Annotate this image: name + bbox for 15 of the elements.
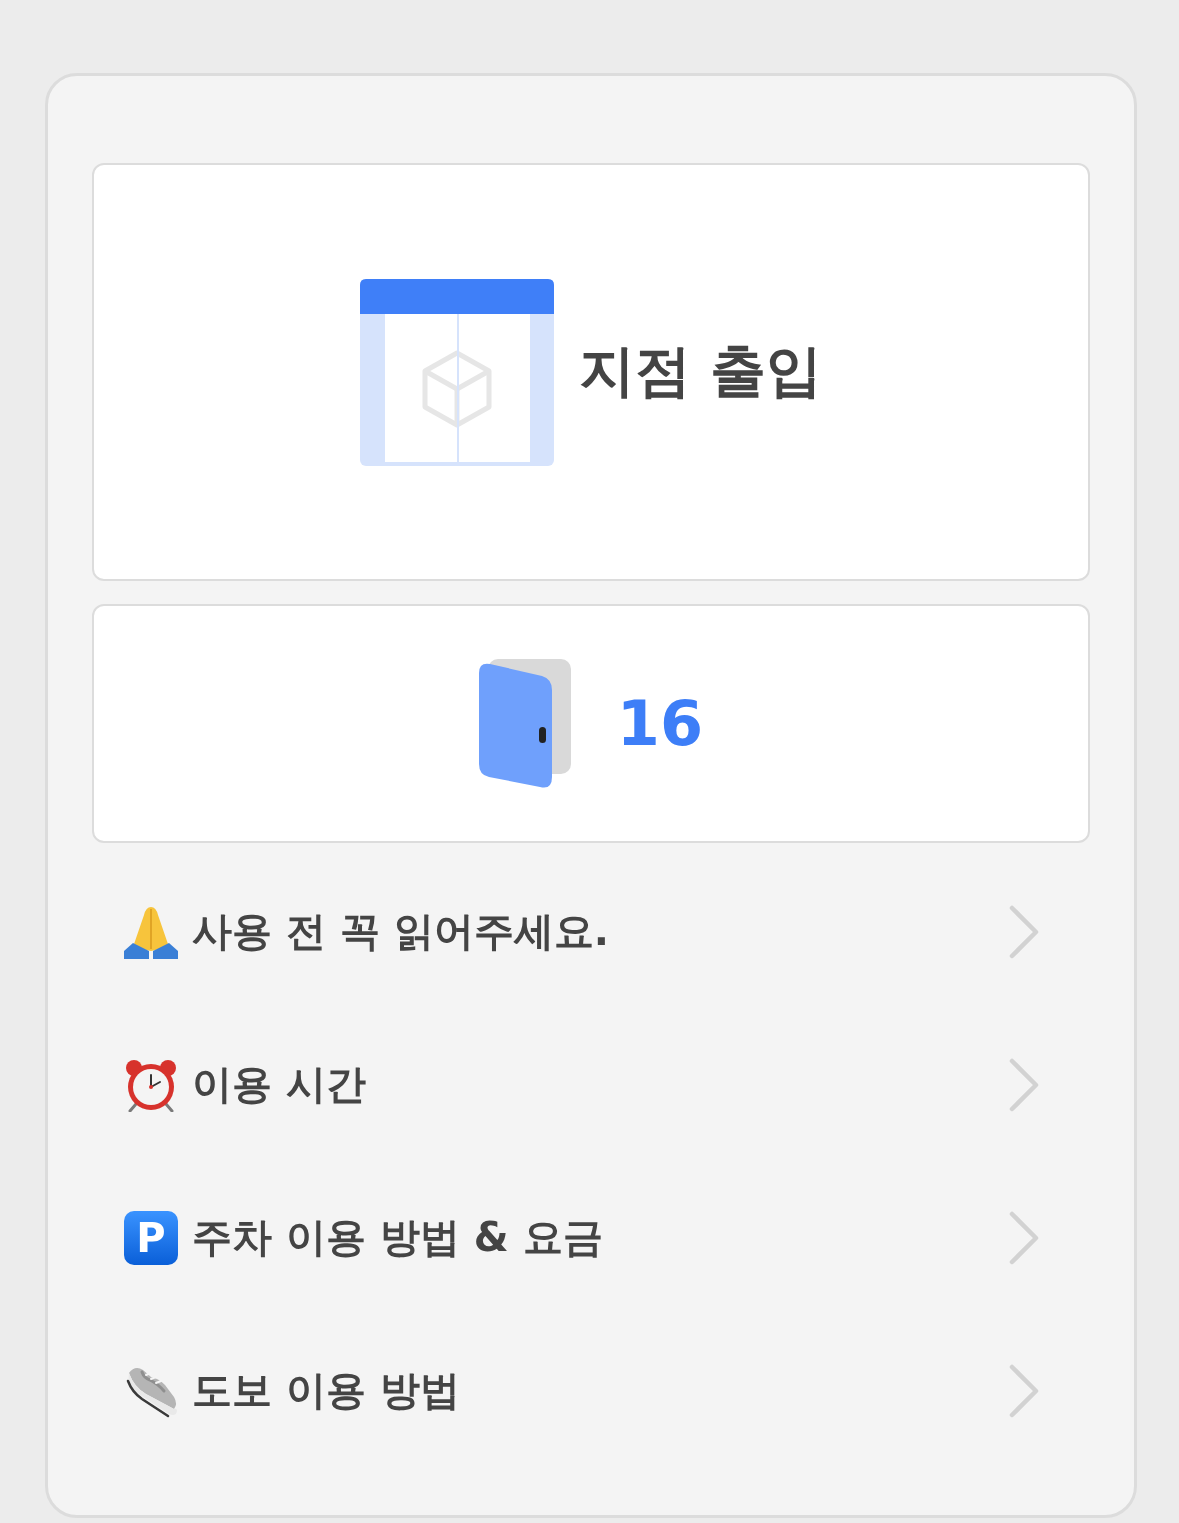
door-icon xyxy=(478,658,571,789)
alarm-clock-icon xyxy=(124,1057,178,1112)
chevron-right-icon xyxy=(1009,1057,1039,1112)
menu-item[interactable]: 사용 전 꼭 읽어주세요. xyxy=(92,855,1090,1008)
gate-icon xyxy=(359,278,554,466)
menu-item[interactable]: P 주차 이용 방법 & 요금 xyxy=(92,1161,1090,1314)
chevron-right-icon xyxy=(1009,1210,1039,1265)
branch-entry-button[interactable]: 지점 출입 xyxy=(92,163,1090,581)
door-button[interactable]: 16 xyxy=(92,604,1090,843)
menu-item[interactable]: 도보 이용 방법 xyxy=(92,1314,1090,1467)
chevron-right-icon xyxy=(1009,904,1039,959)
praying-hands-icon xyxy=(124,904,178,959)
chevron-right-icon xyxy=(1009,1363,1039,1418)
parking-sign-icon: P xyxy=(124,1210,178,1265)
menu-item[interactable]: 이용 시간 xyxy=(92,1008,1090,1161)
